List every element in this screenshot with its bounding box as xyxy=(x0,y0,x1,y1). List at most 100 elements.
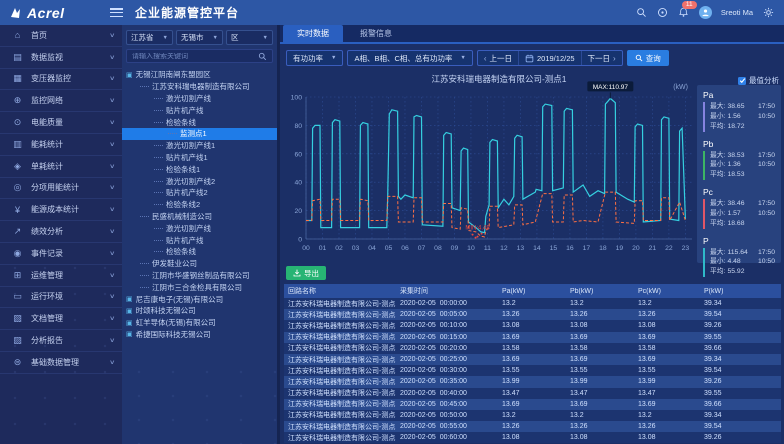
x-tick-label: 22 xyxy=(665,245,673,252)
sidebar-item-label: 单耗统计 xyxy=(31,161,110,172)
tab-0[interactable]: 实时数据 xyxy=(283,25,343,42)
tree-node[interactable]: 民盛机械制造公司 xyxy=(122,211,277,223)
tree-node-label: 江苏安科瑞电器制造有限公司 xyxy=(152,81,250,92)
tree-node[interactable]: ▣尼吉康电子(无锡)有限公司 xyxy=(122,293,277,305)
table-row[interactable]: 江苏安科瑞电器制造有限公司-测点12020-02-05 00:45:0013.6… xyxy=(284,399,781,410)
tree-node[interactable]: 贴片机产线1 xyxy=(122,152,277,164)
query-button[interactable]: 查询 xyxy=(627,50,669,66)
sidebar-item-environment[interactable]: ▭运行环境∨ xyxy=(0,287,122,309)
gear-icon[interactable] xyxy=(762,7,774,19)
tree-node-label: 激光切割产线 xyxy=(166,223,211,234)
tree-search-input[interactable] xyxy=(132,53,258,60)
sidebar-item-power-quality[interactable]: ⊙电能质量∨ xyxy=(0,112,122,134)
tree-node[interactable]: 江阴市华盛钢丝制品有限公司 xyxy=(122,270,277,282)
tree-node[interactable]: 激光切割产线1 xyxy=(122,140,277,152)
sidebar-item-reports[interactable]: ▨分析报告∨ xyxy=(0,330,122,352)
tree-node[interactable]: 检验条线 xyxy=(122,116,277,128)
next-day-button[interactable]: 下一日 › xyxy=(581,51,622,65)
table-row[interactable]: 江苏安科瑞电器制造有限公司-测点12020-02-05 00:25:0013.6… xyxy=(284,354,781,365)
search-icon[interactable] xyxy=(258,52,267,61)
tree-node[interactable]: 检验条线2 xyxy=(122,199,277,211)
sidebar-item-network[interactable]: ⊕监控网络∨ xyxy=(0,90,122,112)
tree-node[interactable]: 激光切割产线 xyxy=(122,222,277,234)
tree-node[interactable]: 检验条线 xyxy=(122,246,277,258)
sidebar-item-events[interactable]: ◉事件记录∨ xyxy=(0,243,122,265)
tree-node[interactable]: ▣时颂科技无锡公司 xyxy=(122,305,277,317)
tree-node[interactable]: 检验条线1 xyxy=(122,163,277,175)
chevron-down-icon: ▼ xyxy=(460,55,465,61)
table-cell: 13.08 xyxy=(498,434,566,441)
prev-day-button[interactable]: ‹ 上一日 xyxy=(478,51,518,65)
sidebar-item-energy-cost[interactable]: ¥能源成本统计∨ xyxy=(0,199,122,221)
tree-node[interactable]: 江阴市三合金检具有限公司 xyxy=(122,281,277,293)
tree-connector xyxy=(154,181,163,182)
data-table: 回路名称采集时间Pa(kW)Pb(kW)Pc(kW)P(kW)江苏安科瑞电器制造… xyxy=(284,284,781,444)
sidebar-item-subitem-energy[interactable]: ◎分项用能统计∨ xyxy=(0,178,122,200)
tree-node[interactable]: 伊发鞋业公司 xyxy=(122,258,277,270)
sidebar-item-label: 首页 xyxy=(31,30,110,41)
table-cell: 13.99 xyxy=(566,378,634,385)
region-select-2[interactable]: 区▼ xyxy=(226,30,273,45)
tree-node[interactable]: ▣希捷国际科技无锡公司 xyxy=(122,329,277,341)
table-row[interactable]: 江苏安科瑞电器制造有限公司-测点12020-02-05 00:35:0013.9… xyxy=(284,376,781,387)
tree-node-label: 检验条线 xyxy=(166,117,196,128)
table-row[interactable]: 江苏安科瑞电器制造有限公司-测点12020-02-05 00:30:0013.5… xyxy=(284,365,781,376)
table-cell: 回路名称 xyxy=(284,286,396,296)
table-cell: 2020-02-05 00:00:00 xyxy=(396,300,498,307)
table-cell: 39.54 xyxy=(700,423,781,430)
chevron-down-icon: ∨ xyxy=(109,184,115,191)
param-select[interactable]: 有功功率▼ xyxy=(286,50,343,66)
bell-icon[interactable]: 11 xyxy=(678,7,690,19)
tree-node[interactable]: 江苏安科瑞电器制造有限公司 xyxy=(122,81,277,93)
sidebar-item-transformer[interactable]: ▦变压器监控∨ xyxy=(0,69,122,91)
tree-node[interactable]: 贴片机产线 xyxy=(122,104,277,116)
table-row[interactable]: 江苏安科瑞电器制造有限公司-测点12020-02-05 00:15:0013.6… xyxy=(284,332,781,343)
tree-node[interactable]: ▣虹羊导体(无锡)有限公司 xyxy=(122,317,277,329)
table-row[interactable]: 江苏安科瑞电器制造有限公司-测点12020-02-05 00:10:0013.0… xyxy=(284,320,781,331)
help-icon[interactable] xyxy=(657,7,669,19)
table-cell: 13.58 xyxy=(566,345,634,352)
table-row[interactable]: 江苏安科瑞电器制造有限公司-测点12020-02-05 00:00:0013.2… xyxy=(284,298,781,309)
date-value: 2019/12/25 xyxy=(537,54,575,63)
hamburger-menu-icon[interactable] xyxy=(110,8,123,17)
money-icon: ¥ xyxy=(11,205,24,215)
tree-node[interactable]: 贴片机产线2 xyxy=(122,187,277,199)
chevron-down-icon: ∨ xyxy=(109,119,115,126)
table-row[interactable]: 江苏安科瑞电器制造有限公司-测点12020-02-05 00:20:0013.5… xyxy=(284,343,781,354)
tree-node-selected[interactable]: 监测点1 xyxy=(122,128,277,140)
chevron-down-icon: ∨ xyxy=(109,337,115,344)
table-row[interactable]: 江苏安科瑞电器制造有限公司-测点12020-02-05 00:55:0013.2… xyxy=(284,421,781,432)
main-content: 实时数据报警信息 有功功率▼ A相、B相、C相、总有功功率▼ ‹ 上一日 201… xyxy=(280,25,784,444)
region-select-1[interactable]: 无锡市▼ xyxy=(176,30,223,45)
tree-node[interactable]: ▣无锡江阴南闸东盟园区 xyxy=(122,69,277,81)
sidebar-item-home[interactable]: ⌂首页∨ xyxy=(0,25,122,47)
sidebar-item-data-monitor[interactable]: ▤数据监视∨ xyxy=(0,47,122,69)
search-icon[interactable] xyxy=(636,7,648,19)
table-row[interactable]: 江苏安科瑞电器制造有限公司-测点12020-02-05 00:40:0013.4… xyxy=(284,388,781,399)
sidebar-item-ops[interactable]: ⊞运维管理∨ xyxy=(0,265,122,287)
sidebar-item-documents[interactable]: ▧文档管理∨ xyxy=(0,308,122,330)
x-tick-label: 14 xyxy=(533,245,541,252)
avatar[interactable] xyxy=(699,6,712,19)
sidebar-item-unit-consumption[interactable]: ◈单耗统计∨ xyxy=(0,156,122,178)
region-select-0[interactable]: 江苏省▼ xyxy=(126,30,173,45)
sidebar-item-base-data[interactable]: ⊜基础数据管理∨ xyxy=(0,352,122,374)
top-header: Acrel 企业能源管控平台 11 Sreoti Ma xyxy=(0,0,784,25)
tree-search[interactable] xyxy=(126,49,273,63)
sidebar-item-energy-stats[interactable]: ▥能耗统计∨ xyxy=(0,134,122,156)
tree-node[interactable]: 激光切割产线 xyxy=(122,93,277,105)
sidebar-item-performance[interactable]: ↗绩效分析∨ xyxy=(0,221,122,243)
table-row[interactable]: 江苏安科瑞电器制造有限公司-测点12020-02-05 00:50:0013.2… xyxy=(284,410,781,421)
export-button[interactable]: 导出 xyxy=(286,266,326,280)
table-row[interactable]: 江苏安科瑞电器制造有限公司-测点12020-02-05 00:60:0013.0… xyxy=(284,432,781,443)
tree-node[interactable]: 激光切割产线2 xyxy=(122,175,277,187)
table-row[interactable]: 江苏安科瑞电器制造有限公司-测点12020-02-05 00:05:0013.2… xyxy=(284,309,781,320)
table-cell: 13.69 xyxy=(498,356,566,363)
device-tree-panel: 江苏省▼无锡市▼区▼ ▣无锡江阴南闸东盟园区江苏安科瑞电器制造有限公司激光切割产… xyxy=(122,25,280,444)
date-picker[interactable]: 2019/12/25 xyxy=(518,51,581,65)
tab-1[interactable]: 报警信息 xyxy=(346,25,406,42)
tree-node[interactable]: 贴片机产线 xyxy=(122,234,277,246)
chevron-down-icon: ∨ xyxy=(109,250,115,257)
phase-select[interactable]: A相、B相、C相、总有功功率▼ xyxy=(347,50,472,66)
x-tick-label: 21 xyxy=(649,245,657,252)
